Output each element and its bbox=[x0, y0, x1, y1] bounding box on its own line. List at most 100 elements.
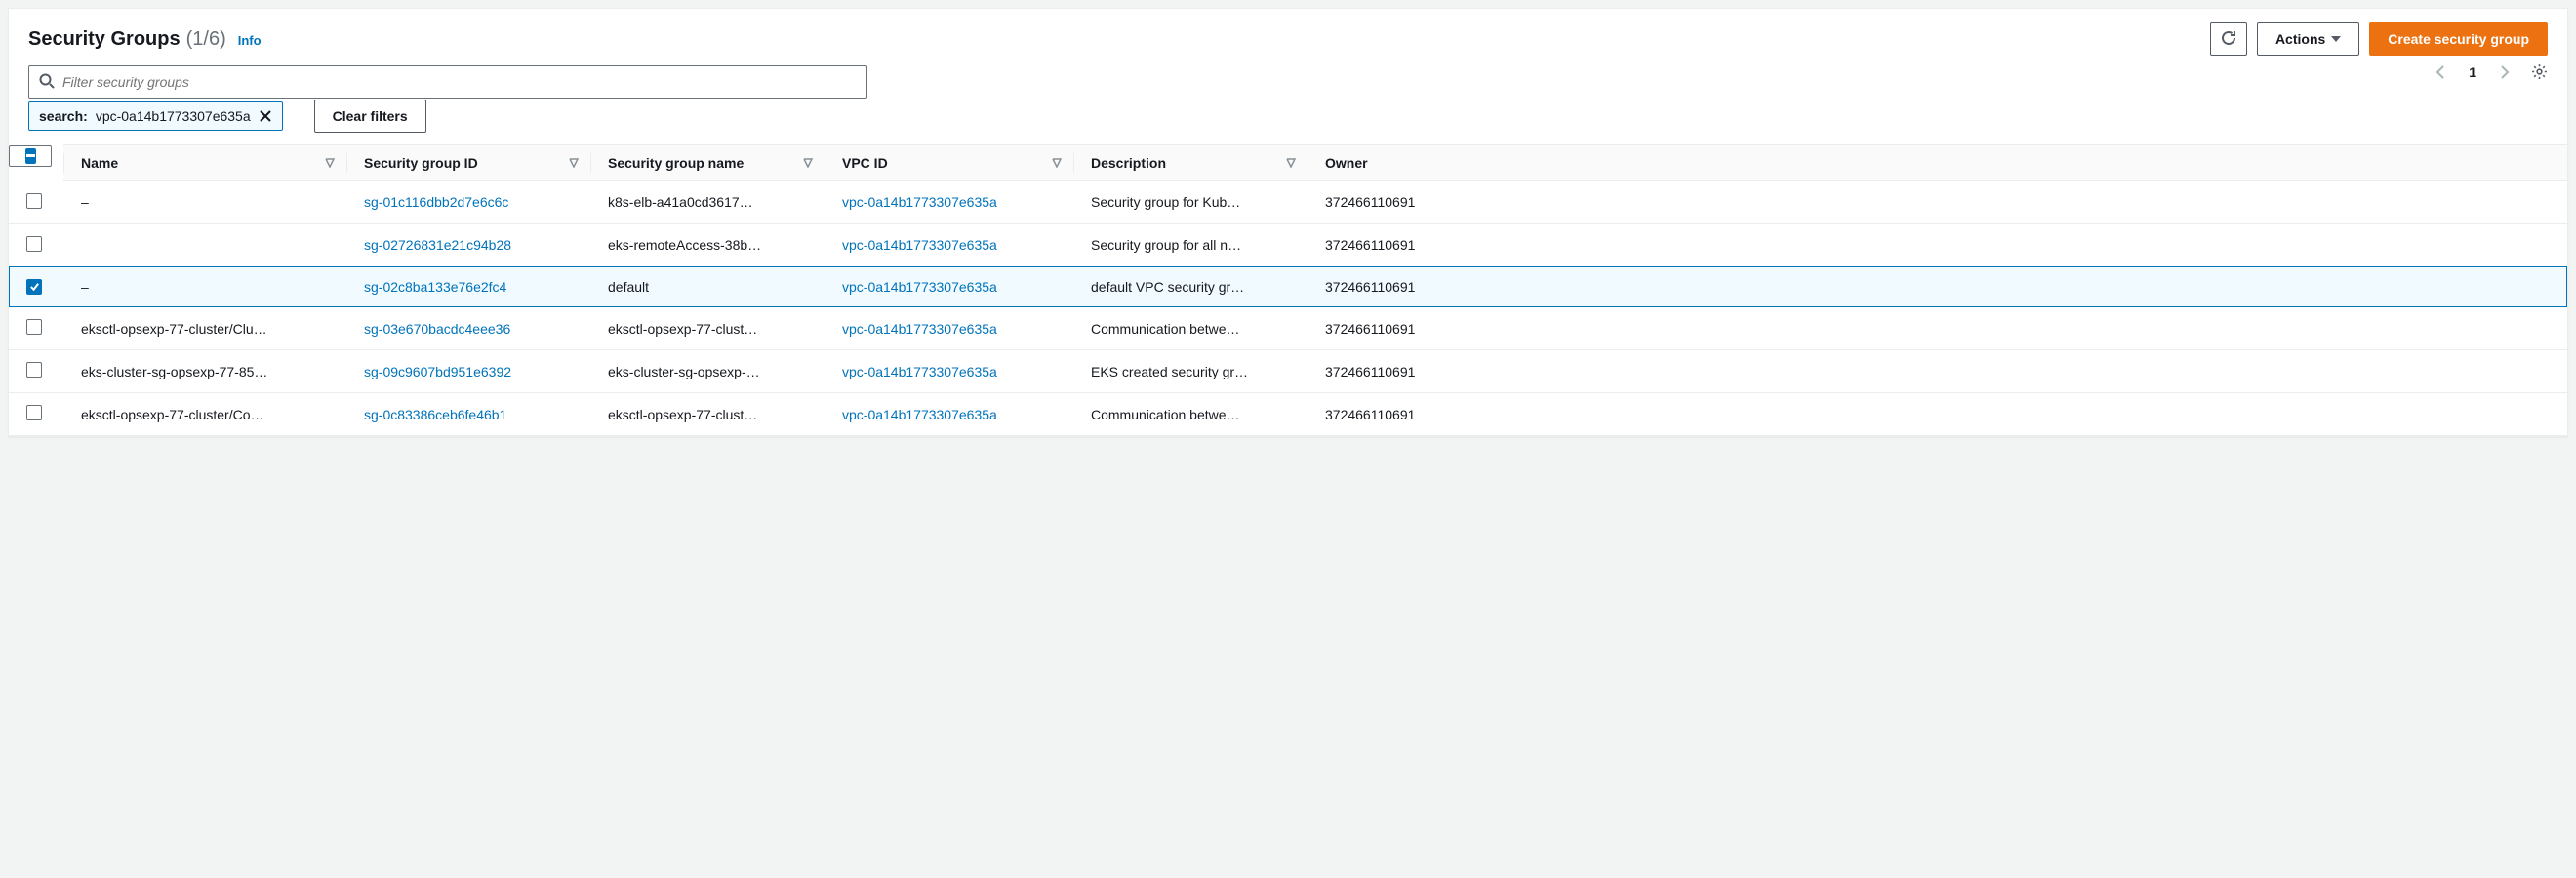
actions-button[interactable]: Actions bbox=[2257, 22, 2359, 56]
cell-sgname: eks-remoteAccess-38b… bbox=[590, 223, 825, 266]
sgid-link[interactable]: sg-02726831e21c94b28 bbox=[364, 237, 511, 253]
cell-owner: 372466110691 bbox=[1308, 350, 2567, 393]
row-checkbox-cell bbox=[9, 393, 63, 436]
row-checkbox-cell bbox=[9, 181, 63, 224]
sgid-link[interactable]: sg-02c8ba133e76e2fc4 bbox=[364, 279, 506, 295]
cell-desc: default VPC security gr… bbox=[1073, 266, 1308, 307]
table-row[interactable]: – sg-01c116dbb2d7e6c6c k8s-elb-a41a0cd3617… bbox=[9, 181, 2567, 224]
col-vpc[interactable]: VPC ID bbox=[825, 145, 1073, 181]
row-checkbox[interactable] bbox=[26, 362, 42, 378]
chip-remove-button[interactable] bbox=[259, 109, 272, 123]
header-actions: Actions Create security group bbox=[2210, 22, 2548, 56]
chevron-down-icon bbox=[2331, 36, 2341, 42]
cell-desc: Communication betwe… bbox=[1073, 307, 1308, 350]
settings-button[interactable] bbox=[2531, 63, 2548, 80]
table-row[interactable]: eks-cluster-sg-opsexp-77-85…sg-09c9607bd… bbox=[9, 350, 2567, 393]
cell-vpc: vpc-0a14b1773307e635a bbox=[825, 393, 1073, 436]
info-link[interactable]: Info bbox=[238, 33, 262, 48]
page-number: 1 bbox=[2463, 64, 2482, 80]
row-checkbox-cell bbox=[9, 266, 63, 307]
chip-value: vpc-0a14b1773307e635a bbox=[96, 108, 251, 124]
cell-vpc: vpc-0a14b1773307e635a bbox=[825, 223, 1073, 266]
row-checkbox[interactable] bbox=[26, 236, 42, 252]
table-row[interactable]: eksctl-opsexp-77-cluster/Co… sg-0c83386ce… bbox=[9, 393, 2567, 436]
actions-label: Actions bbox=[2275, 31, 2325, 47]
table-header-row: Name Security group ID Security group na… bbox=[9, 145, 2567, 181]
col-owner[interactable]: Owner bbox=[1308, 145, 2567, 181]
select-all-header bbox=[9, 145, 52, 167]
sgid-link[interactable]: sg-01c116dbb2d7e6c6c bbox=[364, 194, 508, 210]
create-label: Create security group bbox=[2388, 31, 2529, 47]
cell-owner: 372466110691 bbox=[1308, 181, 2567, 224]
cell-sgid: sg-03e670bacdc4eee36 bbox=[346, 307, 590, 350]
row-checkbox[interactable] bbox=[26, 193, 42, 209]
cell-vpc: vpc-0a14b1773307e635a bbox=[825, 266, 1073, 307]
vpc-link[interactable]: vpc-0a14b1773307e635a bbox=[842, 364, 997, 379]
col-desc[interactable]: Description bbox=[1073, 145, 1308, 181]
create-security-group-button[interactable]: Create security group bbox=[2369, 22, 2548, 56]
row-checkbox-cell bbox=[9, 350, 63, 393]
cell-sgid: sg-01c116dbb2d7e6c6c bbox=[346, 181, 590, 224]
sort-icon bbox=[803, 158, 813, 168]
clear-filters-label: Clear filters bbox=[333, 108, 408, 124]
security-groups-table: Name Security group ID Security group na… bbox=[9, 144, 2567, 436]
sgid-link[interactable]: sg-09c9607bd951e6392 bbox=[364, 364, 511, 379]
vpc-link[interactable]: vpc-0a14b1773307e635a bbox=[842, 237, 997, 253]
col-sgid[interactable]: Security group ID bbox=[346, 145, 590, 181]
page-title: Security Groups bbox=[28, 28, 181, 51]
cell-owner: 372466110691 bbox=[1308, 266, 2567, 307]
sgid-link[interactable]: sg-03e670bacdc4eee36 bbox=[364, 321, 510, 337]
cell-sgid: sg-0c83386ceb6fe46b1 bbox=[346, 393, 590, 436]
cell-owner: 372466110691 bbox=[1308, 393, 2567, 436]
col-desc-label: Description bbox=[1091, 155, 1166, 171]
cell-desc: Security group for Kub… bbox=[1073, 181, 1308, 224]
col-sgname[interactable]: Security group name bbox=[590, 145, 825, 181]
table-row[interactable]: eksctl-opsexp-77-cluster/Clu…sg-03e670ba… bbox=[9, 307, 2567, 350]
sort-icon bbox=[1286, 158, 1296, 168]
cell-sgid: sg-02726831e21c94b28 bbox=[346, 223, 590, 266]
prev-page-button[interactable] bbox=[2434, 64, 2449, 80]
vpc-link[interactable]: vpc-0a14b1773307e635a bbox=[842, 321, 997, 337]
cell-sgid: sg-02c8ba133e76e2fc4 bbox=[346, 266, 590, 307]
cell-owner: 372466110691 bbox=[1308, 307, 2567, 350]
cell-sgid: sg-09c9607bd951e6392 bbox=[346, 350, 590, 393]
sort-icon bbox=[569, 158, 579, 168]
sort-icon bbox=[325, 158, 335, 168]
table-row[interactable]: sg-02726831e21c94b28 eks-remoteAccess-38b… bbox=[9, 223, 2567, 266]
cell-name: eksctl-opsexp-77-cluster/Co… bbox=[63, 393, 346, 436]
chip-row: search: vpc-0a14b1773307e635a Clear filt… bbox=[9, 96, 2567, 144]
search-icon bbox=[39, 73, 55, 92]
cell-sgname: k8s-elb-a41a0cd3617… bbox=[590, 181, 825, 224]
chip-label: search: bbox=[39, 108, 88, 124]
sgid-link[interactable]: sg-0c83386ceb6fe46b1 bbox=[364, 407, 506, 422]
sort-icon bbox=[1052, 158, 1062, 168]
col-sgname-label: Security group name bbox=[608, 155, 744, 171]
cell-desc: Security group for all n… bbox=[1073, 223, 1308, 266]
cell-name: – bbox=[63, 181, 346, 224]
refresh-button[interactable] bbox=[2210, 22, 2247, 56]
col-vpc-label: VPC ID bbox=[842, 155, 888, 171]
cell-name bbox=[63, 223, 346, 266]
select-all-checkbox[interactable] bbox=[25, 148, 36, 164]
row-checkbox[interactable] bbox=[26, 405, 42, 420]
vpc-link[interactable]: vpc-0a14b1773307e635a bbox=[842, 279, 997, 295]
row-checkbox-cell bbox=[9, 307, 63, 350]
cell-sgname: eks-cluster-sg-opsexp-… bbox=[590, 350, 825, 393]
table-row[interactable]: –sg-02c8ba133e76e2fc4defaultvpc-0a14b177… bbox=[9, 266, 2567, 307]
clear-filters-button[interactable]: Clear filters bbox=[314, 100, 426, 133]
next-page-button[interactable] bbox=[2496, 64, 2512, 80]
cell-owner: 372466110691 bbox=[1308, 223, 2567, 266]
row-checkbox[interactable] bbox=[26, 319, 42, 335]
filter-input[interactable] bbox=[62, 74, 857, 90]
cell-sgname: default bbox=[590, 266, 825, 307]
vpc-link[interactable]: vpc-0a14b1773307e635a bbox=[842, 407, 997, 422]
row-checkbox-cell bbox=[9, 223, 63, 266]
cell-sgname: eksctl-opsexp-77-clust… bbox=[590, 393, 825, 436]
col-sgid-label: Security group ID bbox=[364, 155, 478, 171]
col-name[interactable]: Name bbox=[63, 145, 346, 181]
cell-desc: Communication betwe… bbox=[1073, 393, 1308, 436]
cell-vpc: vpc-0a14b1773307e635a bbox=[825, 307, 1073, 350]
vpc-link[interactable]: vpc-0a14b1773307e635a bbox=[842, 194, 997, 210]
row-checkbox[interactable] bbox=[26, 279, 42, 295]
filter-chip: search: vpc-0a14b1773307e635a bbox=[28, 101, 283, 131]
